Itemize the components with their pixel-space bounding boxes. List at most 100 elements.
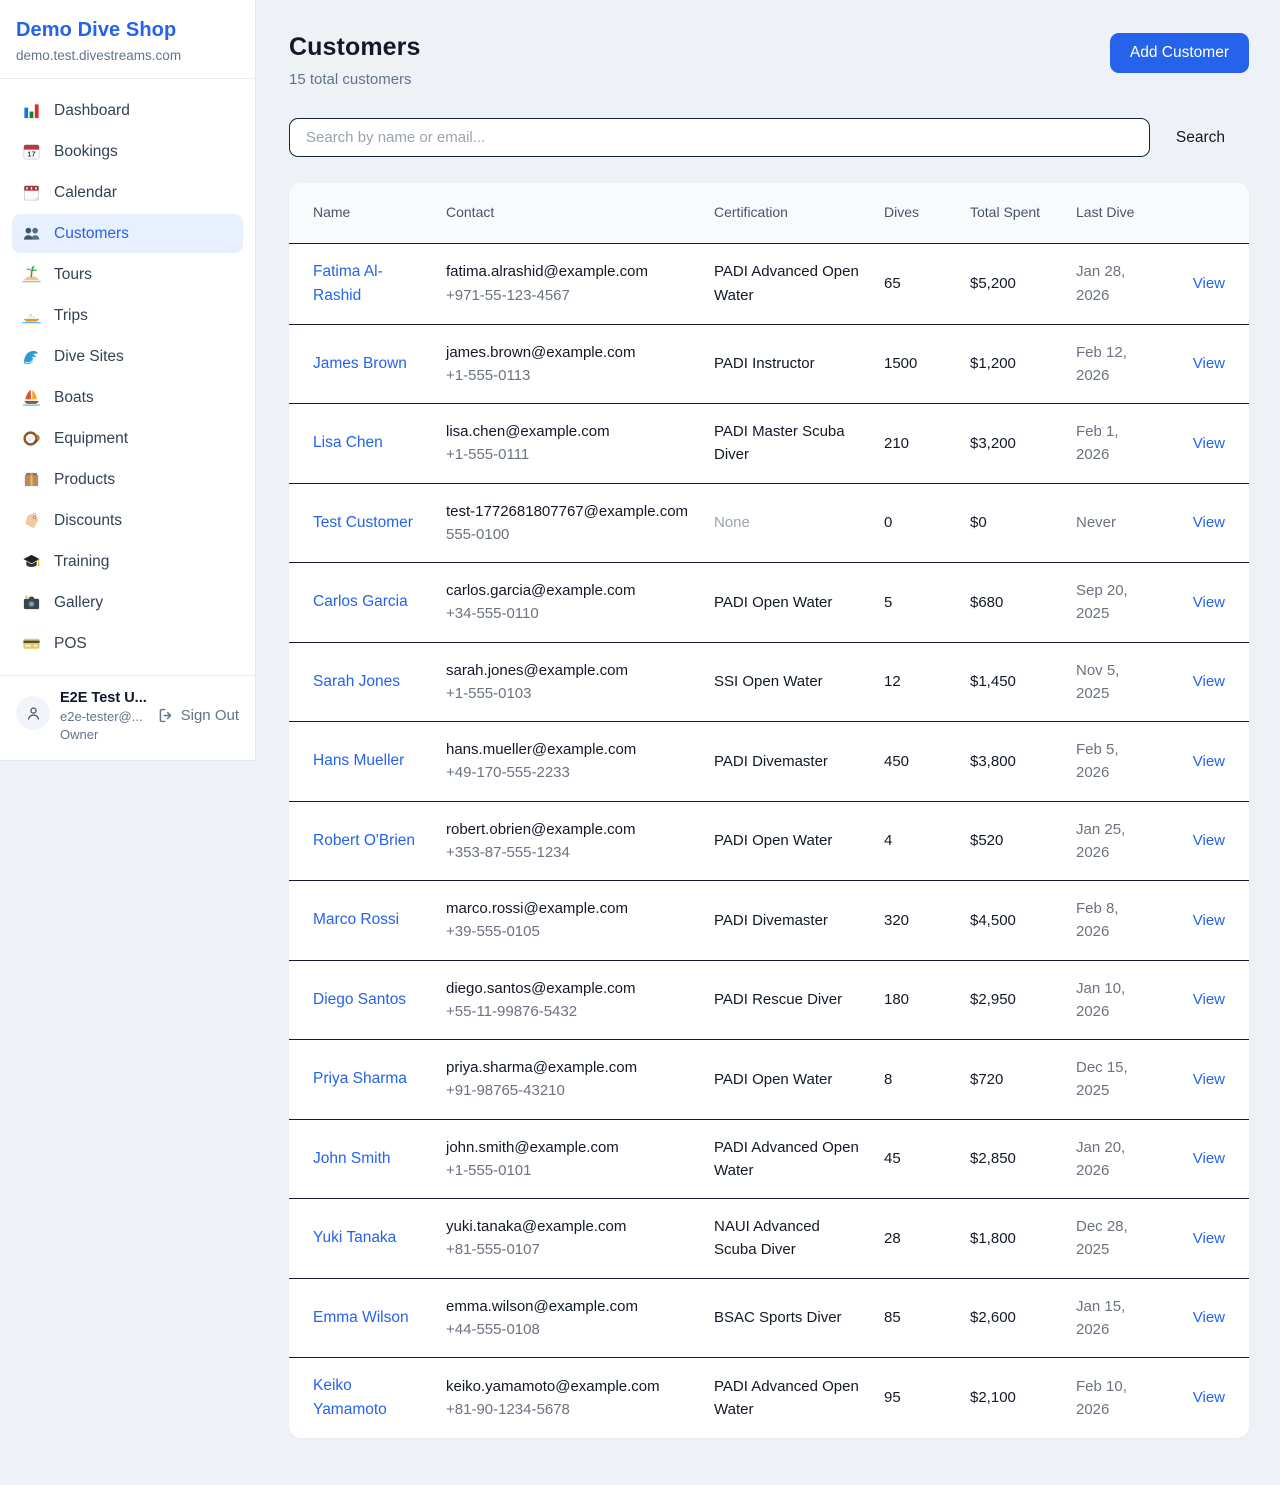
add-customer-button[interactable]: Add Customer [1110, 33, 1249, 73]
boats-icon [22, 388, 41, 407]
table-header: Name Contact Certification Dives Total S… [289, 183, 1249, 243]
customer-name-link[interactable]: Emma Wilson [313, 1309, 409, 1326]
customer-email: lisa.chen@example.com [446, 420, 690, 443]
sidebar-item-tours[interactable]: Tours [12, 255, 243, 294]
table-row: Emma Wilson emma.wilson@example.com +44-… [289, 1278, 1249, 1358]
customer-phone: +44-555-0108 [446, 1318, 690, 1341]
view-link[interactable]: View [1193, 753, 1225, 770]
customer-total-spent: $0 [970, 514, 987, 531]
table-row: Carlos Garcia carlos.garcia@example.com … [289, 563, 1249, 643]
view-link[interactable]: View [1193, 355, 1225, 372]
sidebar-item-dive-sites[interactable]: Dive Sites [12, 337, 243, 376]
sidebar-item-label: Equipment [54, 430, 128, 448]
customer-name-link[interactable]: Robert O'Brien [313, 832, 415, 849]
customer-name-link[interactable]: Test Customer [313, 514, 413, 531]
customer-certification: PADI Advanced Open Water [714, 263, 859, 303]
customer-phone: +55-11-99876-5432 [446, 1000, 690, 1023]
view-link[interactable]: View [1193, 1230, 1225, 1247]
user-role: Owner [60, 727, 147, 742]
sidebar-item-training[interactable]: Training [12, 542, 243, 581]
discounts-icon [22, 511, 41, 530]
customer-name-link[interactable]: Diego Santos [313, 991, 406, 1008]
customer-name-link[interactable]: Carlos Garcia [313, 593, 408, 610]
sidebar-item-boats[interactable]: Boats [12, 378, 243, 417]
view-link[interactable]: View [1193, 514, 1225, 531]
customer-certification: PADI Open Water [714, 832, 832, 849]
search-input[interactable] [289, 118, 1150, 157]
customer-name-link[interactable]: Lisa Chen [313, 434, 383, 451]
customer-certification: SSI Open Water [714, 673, 823, 690]
user-name: E2E Test U... [60, 690, 147, 706]
customer-phone: +1-555-0103 [446, 682, 690, 705]
customer-total-spent: $3,200 [970, 435, 1016, 452]
customer-name-link[interactable]: Yuki Tanaka [313, 1229, 396, 1246]
view-link[interactable]: View [1193, 275, 1225, 292]
customer-total-spent: $2,850 [970, 1150, 1016, 1167]
column-header-last-dive: Last Dive [1064, 183, 1162, 243]
view-link[interactable]: View [1193, 1071, 1225, 1088]
search-row: Search [289, 118, 1249, 157]
view-link[interactable]: View [1193, 1309, 1225, 1326]
sign-out-button[interactable]: Sign Out [157, 707, 239, 724]
customer-name-link[interactable]: Fatima Al-Rashid [313, 263, 383, 304]
page-title: Customers [289, 33, 421, 62]
customer-name-link[interactable]: Priya Sharma [313, 1070, 407, 1087]
sidebar-item-trips[interactable]: Trips [12, 296, 243, 335]
customer-name-link[interactable]: James Brown [313, 355, 407, 372]
sidebar-item-dashboard[interactable]: Dashboard [12, 91, 243, 130]
sidebar-item-discounts[interactable]: Discounts [12, 501, 243, 540]
customer-dives: 4 [884, 832, 892, 849]
table-row: Test Customer test-1772681807767@example… [289, 483, 1249, 563]
sidebar-item-customers[interactable]: Customers [12, 214, 243, 253]
table-row: Hans Mueller hans.mueller@example.com +4… [289, 722, 1249, 802]
user-block: E2E Test U... e2e-tester@... Owner [60, 690, 147, 742]
customer-name-link[interactable]: Sarah Jones [313, 673, 400, 690]
customer-certification: PADI Open Water [714, 594, 832, 611]
sidebar-item-calendar[interactable]: Calendar [12, 173, 243, 212]
customer-certification: PADI Advanced Open Water [714, 1139, 859, 1179]
customer-phone: +1-555-0101 [446, 1159, 690, 1182]
customer-phone: +39-555-0105 [446, 920, 690, 943]
column-header-certification: Certification [702, 183, 872, 243]
sidebar-item-label: Discounts [54, 512, 122, 530]
calendar-icon [22, 183, 41, 202]
sidebar-item-equipment[interactable]: Equipment [12, 419, 243, 458]
customer-phone: +81-555-0107 [446, 1238, 690, 1261]
view-link[interactable]: View [1193, 1389, 1225, 1406]
table-row: Lisa Chen lisa.chen@example.com +1-555-0… [289, 404, 1249, 484]
search-button[interactable]: Search [1150, 129, 1249, 147]
sidebar-item-label: Calendar [54, 184, 117, 202]
sidebar-item-bookings[interactable]: 17 Bookings [12, 132, 243, 171]
customer-total-spent: $2,100 [970, 1389, 1016, 1406]
table-row: Marco Rossi marco.rossi@example.com +39-… [289, 881, 1249, 961]
dashboard-icon [22, 101, 41, 120]
sidebar-item-products[interactable]: Products [12, 460, 243, 499]
view-link[interactable]: View [1193, 832, 1225, 849]
customers-table: Name Contact Certification Dives Total S… [289, 183, 1249, 1438]
view-link[interactable]: View [1193, 673, 1225, 690]
customer-name-link[interactable]: John Smith [313, 1150, 391, 1167]
customer-email: diego.santos@example.com [446, 977, 690, 1000]
customer-phone: +1-555-0111 [446, 443, 690, 466]
person-icon [25, 705, 42, 722]
column-header-name: Name [289, 183, 434, 243]
customer-dives: 95 [884, 1389, 901, 1406]
view-link[interactable]: View [1193, 991, 1225, 1008]
sidebar-item-pos[interactable]: POS [12, 624, 243, 663]
view-link[interactable]: View [1193, 435, 1225, 452]
customer-total-spent: $5,200 [970, 275, 1016, 292]
customer-dives: 45 [884, 1150, 901, 1167]
dive-sites-icon [22, 347, 41, 366]
customer-email: emma.wilson@example.com [446, 1295, 690, 1318]
view-link[interactable]: View [1193, 912, 1225, 929]
customer-name-link[interactable]: Keiko Yamamoto [313, 1377, 387, 1418]
customer-name-link[interactable]: Hans Mueller [313, 752, 404, 769]
view-link[interactable]: View [1193, 594, 1225, 611]
customer-phone: 555-0100 [446, 523, 690, 546]
sidebar-item-label: Dive Sites [54, 348, 124, 366]
customer-email: marco.rossi@example.com [446, 897, 690, 920]
sidebar-item-gallery[interactable]: Gallery [12, 583, 243, 622]
customer-name-link[interactable]: Marco Rossi [313, 911, 399, 928]
sidebar-nav: Dashboard 17 Bookings Calendar Customers… [0, 79, 255, 675]
view-link[interactable]: View [1193, 1150, 1225, 1167]
